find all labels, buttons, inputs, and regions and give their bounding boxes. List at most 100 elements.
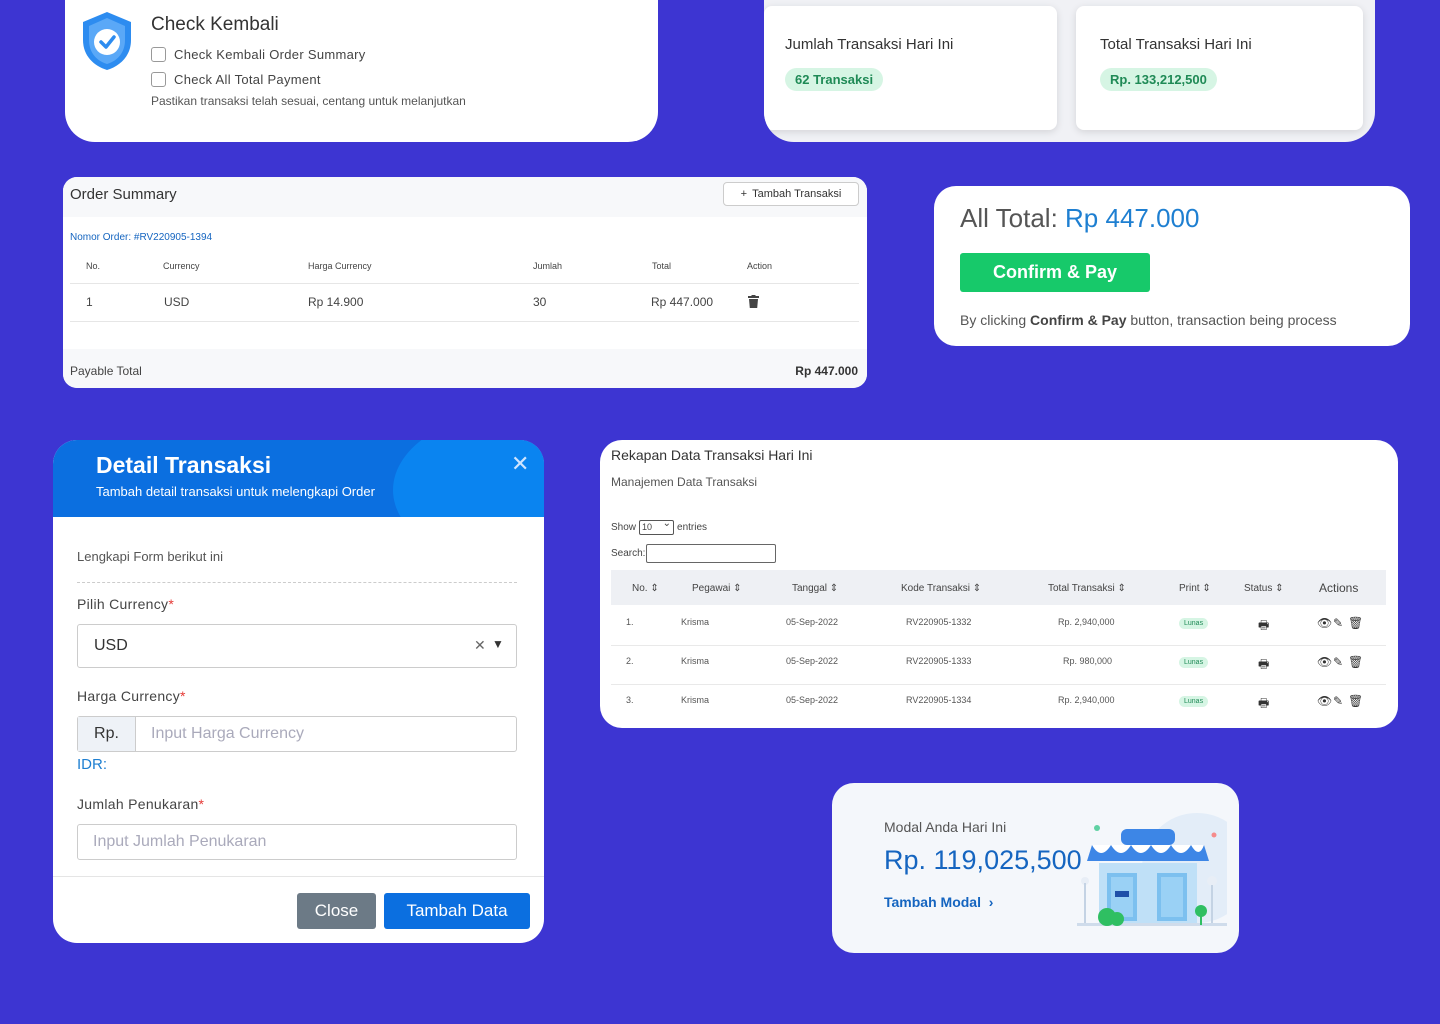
checkbox-label: Check Kembali Order Summary — [174, 47, 366, 62]
rp-addon: Rp. — [78, 717, 136, 751]
harga-currency-input[interactable] — [151, 725, 501, 743]
note-prefix: By clicking — [960, 312, 1027, 328]
table-row-tanggal: 05-Sep-2022 — [786, 656, 839, 666]
table-divider — [70, 321, 859, 322]
check-kembali-title: Check Kembali — [151, 14, 279, 35]
table-row-kode: RV220905-1334 — [906, 695, 972, 705]
search-input[interactable] — [646, 544, 777, 563]
trash-icon[interactable]: 🗑 — [1348, 694, 1363, 708]
note-bold: Confirm & Pay — [1030, 312, 1127, 328]
stats-card: Jumlah Transaksi Hari Ini 62 Transaksi T… — [764, 0, 1375, 142]
all-total-heading: All Total: Rp 447.000 — [960, 203, 1199, 234]
chevron-down-icon[interactable]: ▼ — [492, 637, 504, 651]
rekapan-subtitle: Manajemen Data Transaksi — [611, 475, 758, 489]
checkbox-label: Check All Total Payment — [174, 72, 321, 87]
check-kembali-card: Check Kembali Check Kembali Order Summar… — [65, 0, 658, 142]
table-divider — [70, 283, 859, 284]
modal-label: Modal Anda Hari Ini — [884, 819, 1007, 835]
payable-total-label: Payable Total — [70, 364, 142, 378]
confirm-note: By clicking Confirm & Pay button, transa… — [960, 312, 1337, 328]
row-divider — [611, 645, 1386, 646]
column-header-tanggal[interactable]: Tanggal ⇕ — [792, 583, 838, 594]
cell-currency: USD — [164, 295, 190, 309]
shield-check-icon — [83, 12, 131, 70]
eye-icon[interactable]: 👁 — [1317, 616, 1332, 630]
status-badge: Lunas — [1179, 618, 1209, 629]
all-total-card: All Total: Rp 447.000 Confirm & Pay By c… — [934, 186, 1410, 346]
column-header-pegawai[interactable]: Pegawai ⇕ — [692, 583, 742, 594]
modal-value: Rp. 119,025,500 — [884, 845, 1082, 875]
currency-selected-value: USD — [94, 637, 128, 654]
edit-icon[interactable]: ✎ — [1333, 616, 1343, 630]
note-suffix: button, transaction being process — [1130, 312, 1337, 328]
trash-icon[interactable]: 🗑 — [1348, 616, 1363, 630]
table-row-no: 2. — [626, 656, 634, 666]
column-header-harga: Harga Currency — [308, 261, 372, 271]
harga-input-group: Rp. — [77, 716, 517, 752]
edit-icon[interactable]: ✎ — [1333, 694, 1343, 708]
harga-label-text: Harga Currency — [77, 688, 181, 704]
column-header-kode[interactable]: Kode Transaksi ⇕ — [901, 583, 981, 594]
checkbox-box[interactable] — [151, 72, 166, 87]
payable-total-value: Rp 447.000 — [795, 364, 858, 378]
required-mark: * — [180, 688, 186, 704]
order-summary-card: Order Summary + Tambah Transaksi Nomor O… — [63, 177, 867, 388]
status-badge: Lunas — [1179, 696, 1209, 707]
rekapan-transaksi-card: Rekapan Data Transaksi Hari Ini Manajeme… — [600, 440, 1398, 728]
jumlah-input-wrapper — [77, 824, 517, 860]
printer-icon[interactable]: 🖶 — [1258, 616, 1269, 637]
check-order-summary-checkbox[interactable]: Check Kembali Order Summary — [151, 47, 366, 62]
trash-icon[interactable]: 🗑 — [1348, 655, 1363, 669]
modal-title: Detail Transaksi — [96, 452, 272, 478]
tambah-modal-link[interactable]: Tambah Modal › — [884, 894, 993, 910]
entries-label: entries — [677, 522, 708, 533]
table-row-tanggal: 05-Sep-2022 — [786, 617, 839, 627]
currency-select[interactable]: USD ✕ ▼ — [77, 624, 517, 668]
entries-select[interactable]: 10 — [639, 518, 675, 535]
harga-label: Harga Currency* — [77, 688, 186, 704]
confirm-pay-button[interactable]: Confirm & Pay — [960, 253, 1150, 292]
modal-anda-card: Modal Anda Hari Ini Rp. 119,025,500 Tamb… — [832, 783, 1239, 953]
detail-transaksi-modal: Detail Transaksi Tambah detail transaksi… — [53, 440, 544, 943]
plus-icon: + — [740, 188, 748, 200]
stat-value-badge: Rp. 133,212,500 — [1100, 68, 1217, 91]
tambah-transaksi-label: Tambah Transaksi — [752, 188, 842, 200]
close-button[interactable]: Close — [297, 893, 376, 929]
nomor-order: Nomor Order: #RV220905-1394 — [70, 232, 213, 243]
form-intro: Lengkapi Form berikut ini — [77, 549, 223, 564]
table-row-pegawai: Krisma — [681, 695, 710, 705]
jumlah-penukaran-input[interactable] — [93, 833, 493, 851]
row-divider — [611, 684, 1386, 685]
table-row-tanggal: 05-Sep-2022 — [786, 695, 839, 705]
eye-icon[interactable]: 👁 — [1317, 694, 1332, 708]
idr-label: IDR: — [77, 756, 107, 773]
tambah-data-button[interactable]: Tambah Data — [384, 893, 530, 929]
trash-icon[interactable] — [748, 295, 759, 308]
table-row-no: 1. — [626, 617, 634, 627]
tambah-transaksi-button[interactable]: + Tambah Transaksi — [723, 182, 859, 206]
chevron-right-icon: › — [984, 894, 994, 910]
currency-label: Pilih Currency* — [77, 596, 174, 612]
column-header-no: No. — [86, 261, 101, 271]
rekapan-title: Rekapan Data Transaksi Hari Ini — [611, 447, 813, 463]
eye-icon[interactable]: 👁 — [1317, 655, 1332, 669]
column-header-no[interactable]: No. ⇕ — [632, 583, 659, 594]
edit-icon[interactable]: ✎ — [1333, 655, 1343, 669]
cell-total: Rp 447.000 — [651, 295, 714, 309]
printer-icon[interactable]: 🖶 — [1258, 655, 1269, 676]
stat-label: Jumlah Transaksi Hari Ini — [785, 36, 954, 53]
check-total-payment-checkbox[interactable]: Check All Total Payment — [151, 72, 321, 87]
clear-icon[interactable]: ✕ — [474, 637, 486, 654]
jumlah-label-text: Jumlah Penukaran — [77, 796, 199, 812]
jumlah-label: Jumlah Penukaran* — [77, 796, 204, 812]
checkbox-box[interactable] — [151, 47, 166, 62]
close-icon[interactable]: ✕ — [511, 451, 529, 477]
table-row-total: Rp. 2,940,000 — [1058, 617, 1115, 627]
column-header-status[interactable]: Status ⇕ — [1244, 583, 1284, 594]
printer-icon[interactable]: 🖶 — [1258, 694, 1269, 715]
tambah-modal-label: Tambah Modal — [884, 894, 981, 910]
cell-harga: Rp 14.900 — [308, 295, 364, 309]
column-header-print[interactable]: Print ⇕ — [1179, 583, 1211, 594]
cell-no: 1 — [86, 295, 93, 309]
column-header-total[interactable]: Total Transaksi ⇕ — [1048, 583, 1126, 594]
